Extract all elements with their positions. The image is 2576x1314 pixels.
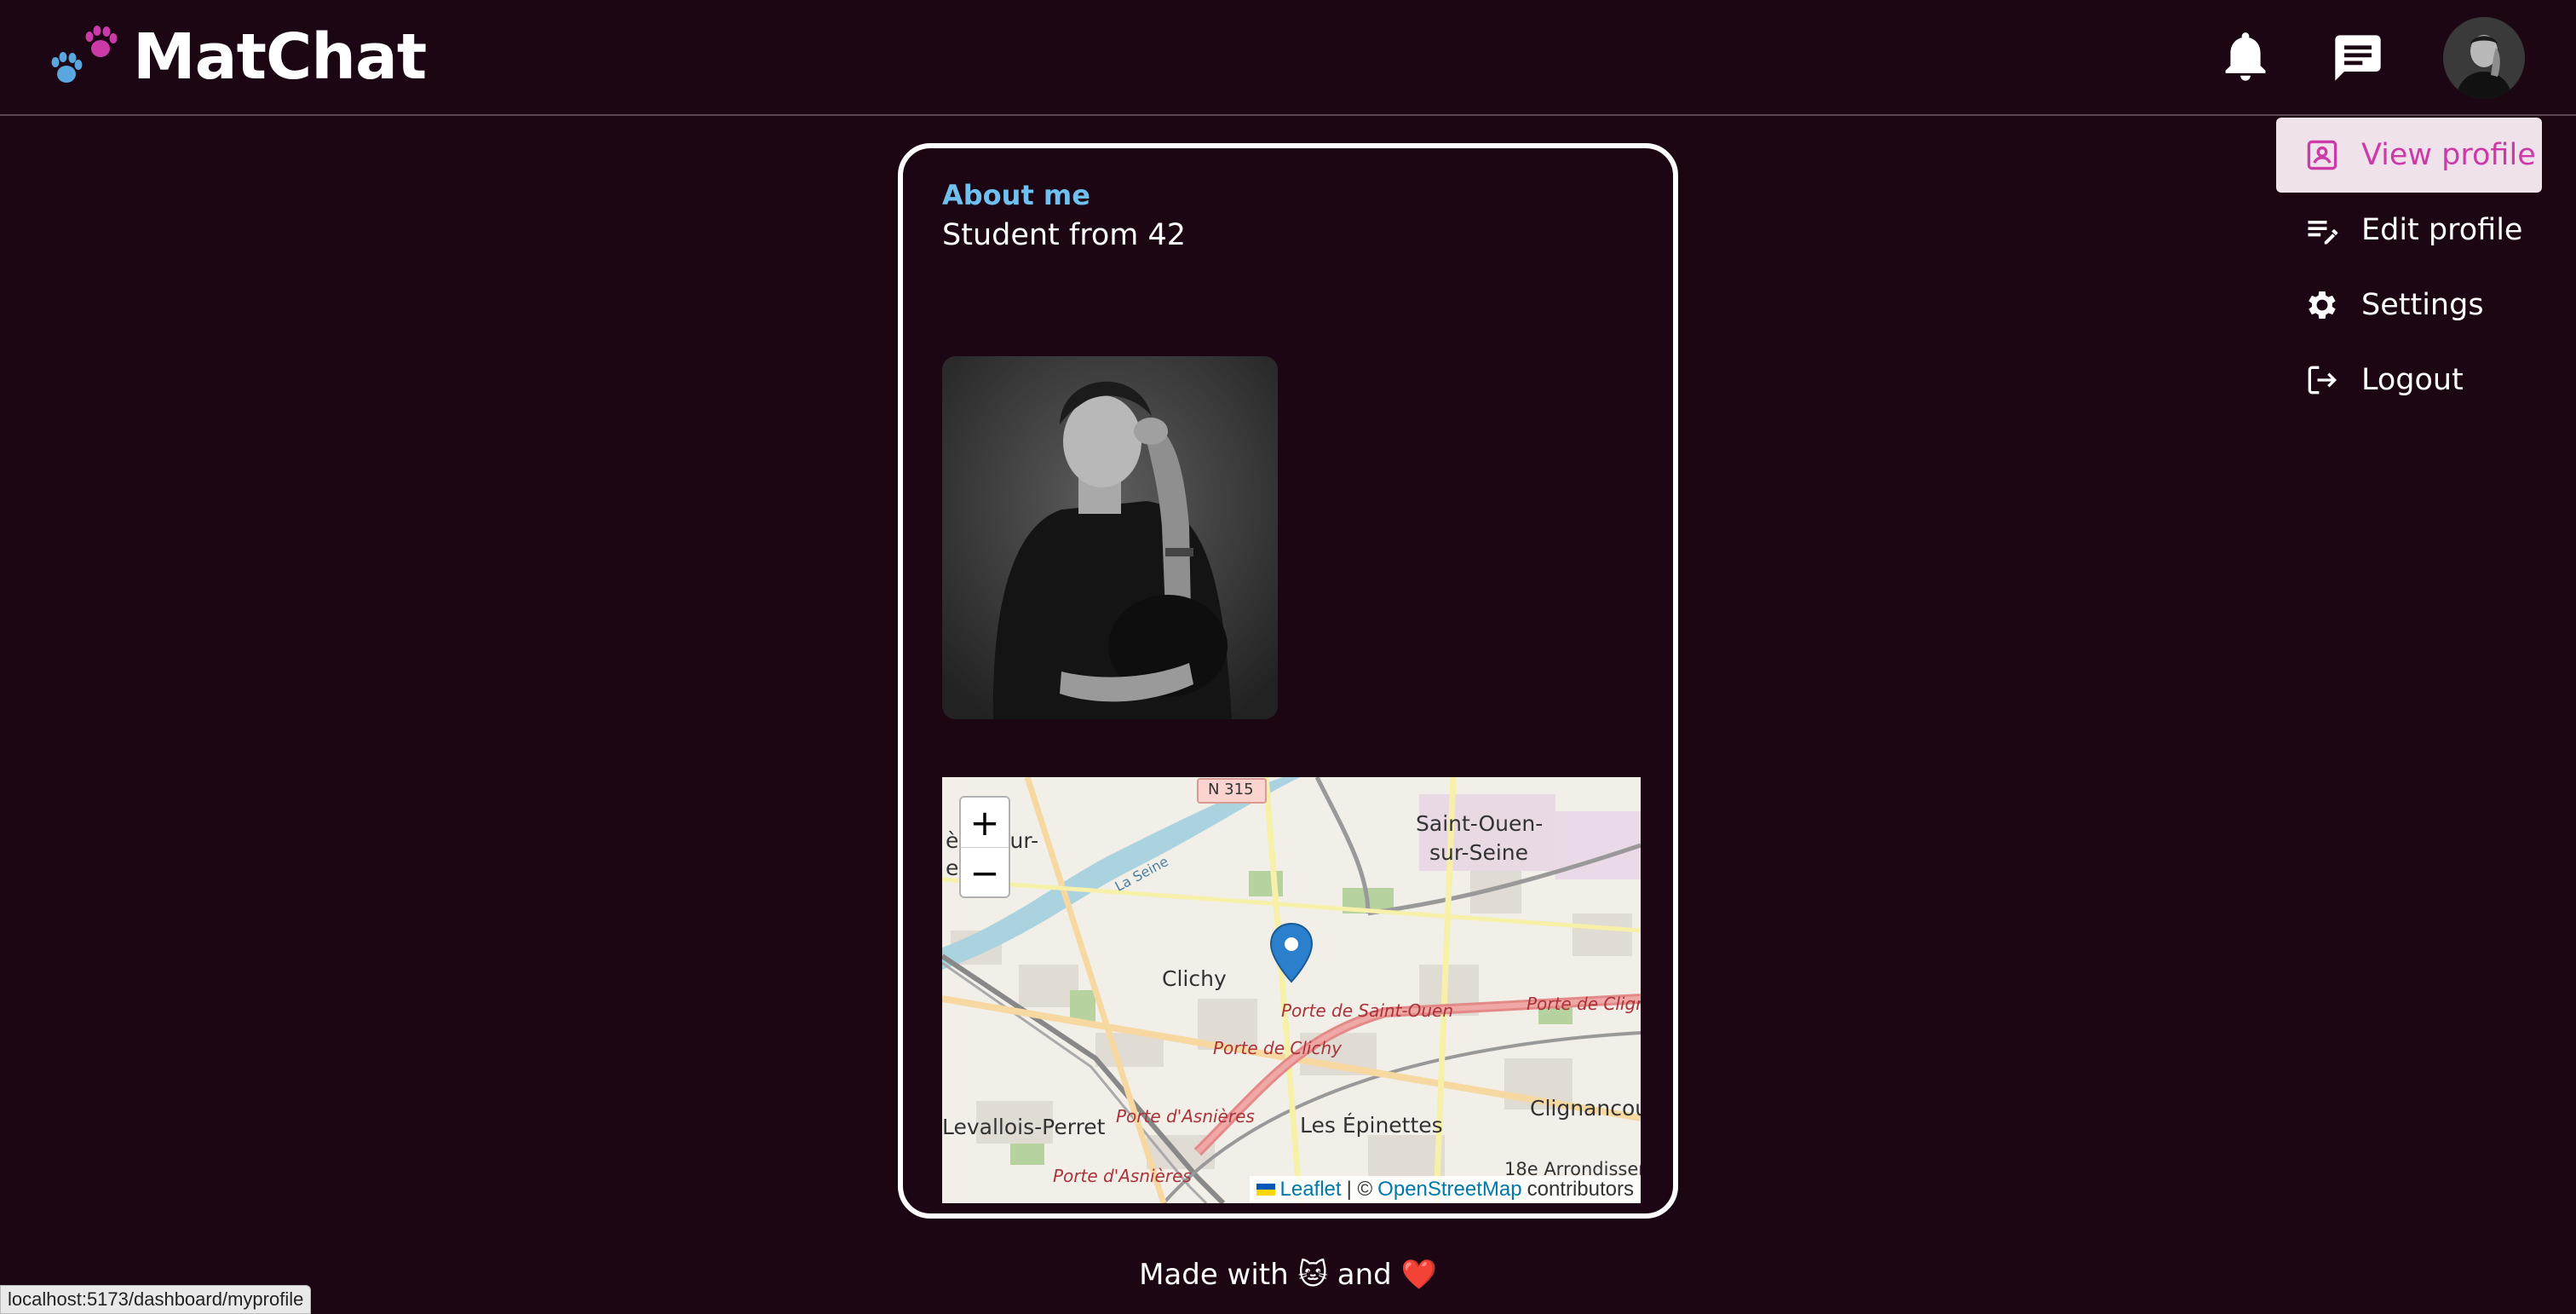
about-me-text: Student from 42 (942, 218, 1187, 252)
profile-photo[interactable] (942, 356, 1278, 719)
menu-item-label: Settings (2361, 288, 2484, 322)
profile-dropdown-menu: View profile Edit profile Settings Logou… (2276, 118, 2542, 418)
map-label-porte-clignancourt: Porte de Clignancourt (1527, 994, 1641, 1014)
map-tiles (942, 777, 1641, 1203)
map-zoom-control: + − (959, 796, 1010, 898)
profile-card: About me Student from 42 N 315 Saint-Oue… (898, 143, 1678, 1219)
map-label-epinettes: Les Épinettes (1300, 1113, 1443, 1138)
openstreetmap-link[interactable]: OpenStreetMap (1377, 1178, 1521, 1202)
attribution-contributors: contributors (1527, 1178, 1634, 1201)
map-attribution: Leaflet | © OpenStreetMap contributors (1249, 1176, 1641, 1203)
attribution-separator: | © (1346, 1178, 1373, 1201)
status-bar-url: localhost:5173/dashboard/myprofile (0, 1285, 312, 1314)
cat-emoji-icon: 🐱 (1297, 1258, 1328, 1292)
brand-logo[interactable]: MatChat (48, 20, 427, 94)
menu-item-edit-profile[interactable]: Edit profile (2276, 193, 2542, 268)
ukraine-flag-icon (1256, 1184, 1275, 1196)
map-label-saint-ouen: Saint-Ouen- (1416, 811, 1544, 836)
top-navbar: MatChat (0, 0, 2576, 116)
heart-emoji-icon: ❤️ (1400, 1258, 1437, 1292)
menu-item-settings[interactable]: Settings (2276, 268, 2542, 343)
map-label-sur-seine: sur-Seine (1429, 840, 1528, 865)
footer: Made with 🐱 and ❤️ (0, 1258, 2576, 1292)
profile-photo-image (942, 356, 1278, 719)
menu-item-logout[interactable]: Logout (2276, 343, 2542, 418)
map-label-n315: N 315 (1208, 781, 1254, 798)
leaflet-link[interactable]: Leaflet (1280, 1178, 1342, 1202)
menu-item-label: Logout (2361, 363, 2464, 397)
edit-icon (2308, 221, 2338, 245)
profile-icon (2307, 140, 2337, 170)
map-label-porte-asnieres: Porte d'Asnières (1116, 1106, 1255, 1127)
about-me-heading: About me (942, 179, 1090, 211)
avatar-image (2443, 17, 2525, 99)
map-label-levallois: Levallois-Perret (942, 1115, 1106, 1139)
menu-item-label: View profile (2361, 138, 2536, 172)
user-avatar[interactable] (2443, 17, 2525, 99)
map-label-porte-clichy: Porte de Clichy (1213, 1038, 1342, 1058)
paw-icon (51, 26, 118, 83)
location-map[interactable]: ères-sur- eine N 315 Saint-Ouen- sur-Sei… (942, 777, 1641, 1203)
map-label-porte-asnieres-2: Porte d'Asnières (1053, 1166, 1192, 1186)
chat-icon[interactable] (2331, 31, 2385, 85)
footer-made-with: Made with (1139, 1258, 1289, 1292)
gear-icon (2309, 291, 2336, 319)
menu-item-label: Edit profile (2361, 213, 2523, 247)
menu-item-view-profile[interactable]: View profile (2276, 118, 2542, 193)
zoom-out-button[interactable]: − (961, 847, 1009, 897)
zoom-in-button[interactable]: + (961, 798, 1009, 847)
map-label-clichy: Clichy (1162, 966, 1227, 991)
bell-icon[interactable] (2218, 31, 2273, 85)
logout-icon (2308, 366, 2337, 395)
map-label-porte-saint-ouen: Porte de Saint-Ouen (1281, 1000, 1454, 1021)
footer-and: and (1337, 1258, 1392, 1292)
brand-name: MatChat (133, 20, 427, 94)
map-label-clignancourt: Clignancourt (1530, 1096, 1641, 1121)
